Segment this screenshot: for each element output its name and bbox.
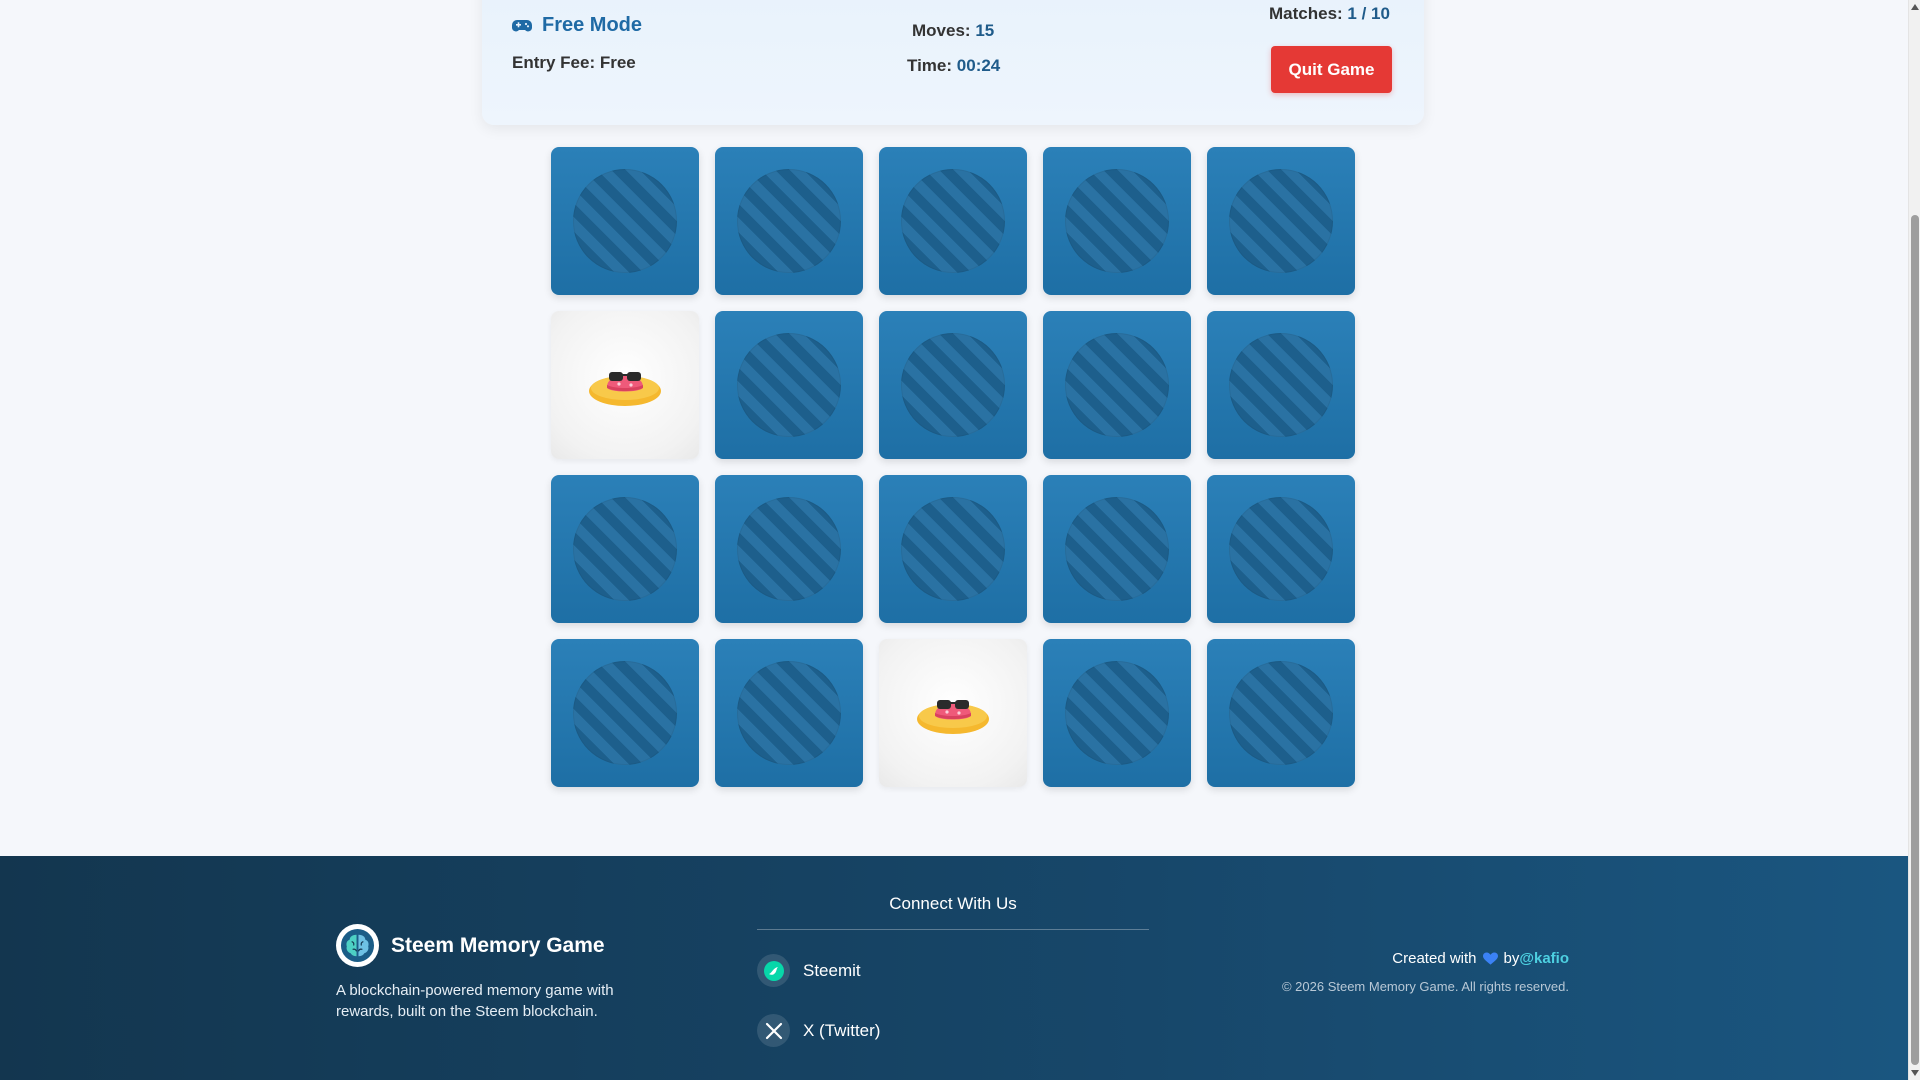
hat-sunglasses-icon xyxy=(913,683,993,744)
x-twitter-icon xyxy=(757,1014,790,1047)
memory-card[interactable] xyxy=(551,475,699,623)
memory-card[interactable] xyxy=(715,475,863,623)
memory-card-revealed[interactable] xyxy=(879,639,1027,787)
page-scrollbar[interactable] xyxy=(1908,0,1920,1080)
scroll-down-icon[interactable] xyxy=(1911,1070,1919,1076)
entry-fee: Entry Fee: Free xyxy=(512,53,636,72)
by-label: by xyxy=(1503,950,1520,967)
memory-card[interactable] xyxy=(879,147,1027,295)
author-link[interactable]: @kafio xyxy=(1519,950,1569,967)
footer-brand: Steem Memory Game xyxy=(336,924,605,967)
time-counter: Time: 00:24 xyxy=(907,56,1000,76)
memory-card[interactable] xyxy=(1043,147,1191,295)
memory-card[interactable] xyxy=(879,475,1027,623)
steemit-icon xyxy=(757,954,790,987)
time-label: Time: xyxy=(907,56,953,75)
memory-card[interactable] xyxy=(551,639,699,787)
twitter-link[interactable]: X (Twitter) xyxy=(757,1014,880,1047)
steemit-label: Steemit xyxy=(803,960,861,980)
memory-card[interactable] xyxy=(879,311,1027,459)
matches-counter: Matches: 1 / 10 xyxy=(1269,4,1390,24)
memory-card[interactable] xyxy=(1043,475,1191,623)
memory-card[interactable] xyxy=(715,311,863,459)
memory-card[interactable] xyxy=(715,147,863,295)
memory-card-revealed[interactable] xyxy=(551,311,699,459)
memory-card[interactable] xyxy=(1043,311,1191,459)
twitter-label: X (Twitter) xyxy=(803,1020,881,1040)
moves-counter: Moves: 15 xyxy=(912,21,994,41)
memory-card[interactable] xyxy=(1207,147,1355,295)
brand-name: Steem Memory Game xyxy=(391,933,605,957)
heart-icon xyxy=(1482,951,1498,965)
memory-card[interactable] xyxy=(1207,475,1355,623)
scrollbar-thumb[interactable] xyxy=(1911,215,1919,1065)
brain-logo-icon xyxy=(336,924,379,967)
steemit-link[interactable]: Steemit xyxy=(757,954,861,987)
matches-label: Matches: xyxy=(1269,4,1343,23)
gamepad-icon xyxy=(512,19,532,31)
hat-sunglasses-icon xyxy=(585,355,665,416)
scroll-up-icon[interactable] xyxy=(1911,4,1919,10)
moves-value: 15 xyxy=(975,21,995,40)
time-value: 00:24 xyxy=(956,56,1001,75)
memory-card[interactable] xyxy=(1207,311,1355,459)
connect-divider xyxy=(757,929,1149,930)
memory-card[interactable] xyxy=(715,639,863,787)
quit-game-button[interactable]: Quit Game xyxy=(1271,46,1392,93)
memory-card[interactable] xyxy=(1043,639,1191,787)
matches-value: 1 / 10 xyxy=(1347,4,1390,23)
copyright: © 2026 Steem Memory Game. All rights res… xyxy=(1281,979,1569,994)
brand-description: A blockchain-powered memory game with re… xyxy=(336,982,614,1020)
connect-title: Connect With Us xyxy=(889,894,1017,913)
game-board xyxy=(551,147,1355,787)
created-with-label: Created with xyxy=(1392,950,1477,967)
mode-title-text: Free Mode xyxy=(542,14,643,36)
created-with: Created with by@kafio xyxy=(1392,950,1569,967)
mode-title: Free Mode xyxy=(512,14,642,37)
moves-label: Moves: xyxy=(912,21,971,40)
footer xyxy=(0,856,1908,1080)
memory-card[interactable] xyxy=(1207,639,1355,787)
memory-card[interactable] xyxy=(551,147,699,295)
